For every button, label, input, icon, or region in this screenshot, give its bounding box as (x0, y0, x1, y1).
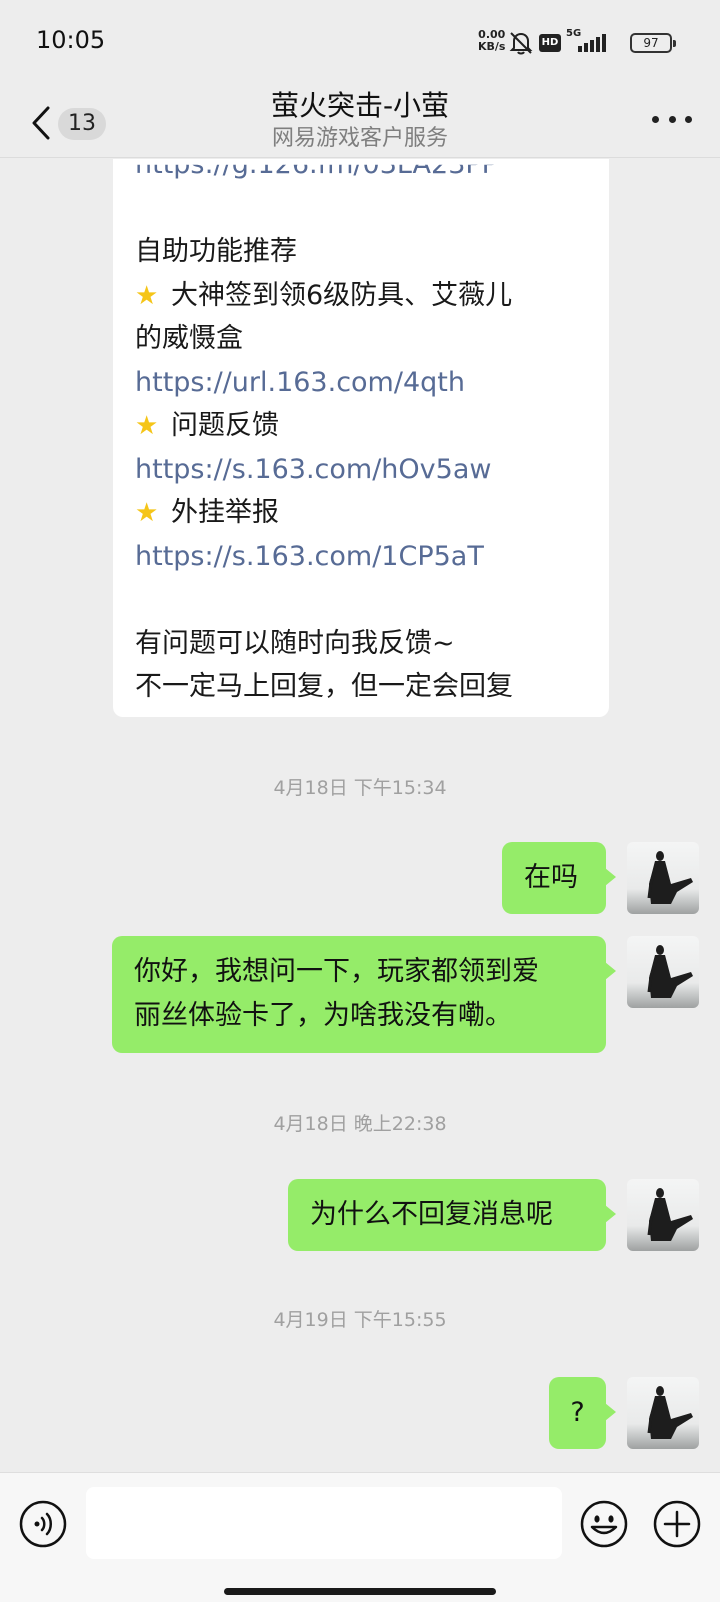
input-bar (0, 1472, 720, 1602)
message-line: ★ 大神签到领6级防具、艾薇儿 (135, 274, 587, 318)
message-input[interactable] (86, 1487, 562, 1559)
star-emoji-icon: ★ (135, 411, 159, 441)
outgoing-message-bubble[interactable]: 你好，我想问一下，玩家都领到爱 丽丝体验卡了，为啥我没有嘞。 (112, 936, 616, 1053)
avatar[interactable] (627, 1179, 699, 1251)
message-line: ★ 外挂举报 (135, 491, 587, 535)
incoming-message-bubble[interactable]: https://g.126.fm/03LA23PP 自助功能推荐 ★ 大神签到领6… (113, 159, 609, 717)
plus-icon (653, 1500, 701, 1548)
avatar-image (647, 945, 693, 998)
message-timestamp: 4月19日 下午15:55 (273, 1309, 447, 1331)
hd-badge: HD (539, 34, 561, 52)
battery-indicator: 97 (630, 33, 676, 53)
message-line: 不一定马上回复，但一定会回复 (135, 671, 513, 702)
more-actions-button[interactable] (652, 1499, 702, 1549)
emoji-icon (580, 1500, 628, 1548)
avatar[interactable] (627, 936, 699, 1008)
network-speed-unit: KB/s (478, 40, 506, 53)
chat-header: 萤火突击-小萤 网易游戏客户服务 13 (0, 84, 720, 158)
more-button[interactable] (652, 112, 692, 126)
avatar[interactable] (627, 1377, 699, 1449)
message-line: 有问题可以随时向我反馈~ (135, 627, 455, 659)
emoji-button[interactable] (579, 1499, 629, 1549)
status-time: 10:05 (36, 26, 106, 54)
avatar-image (647, 851, 693, 904)
unread-count-badge: 13 (58, 108, 106, 140)
outgoing-message-bubble[interactable]: ? (549, 1377, 616, 1449)
message-link[interactable]: https://url.163.com/4qth (135, 361, 587, 405)
message-line: ★ 问题反馈 (135, 404, 587, 448)
outgoing-message-bubble[interactable]: 在吗 (502, 842, 616, 914)
outgoing-message-bubble[interactable]: 为什么不回复消息呢 (288, 1179, 616, 1251)
message-timestamp: 4月18日 下午15:34 (273, 777, 447, 799)
message-list[interactable]: https://g.126.fm/03LA23PP 自助功能推荐 ★ 大神签到领6… (0, 159, 720, 1472)
message-line: 自助功能推荐 (135, 236, 297, 267)
back-button[interactable]: 13 (28, 98, 128, 140)
message-timestamp: 4月18日 晚上22:38 (273, 1113, 447, 1135)
message-line: 的威慑盒 (135, 323, 243, 354)
more-dots-icon (652, 115, 659, 123)
voice-button[interactable] (18, 1499, 68, 1549)
avatar-image (647, 1386, 693, 1439)
message-link[interactable]: https://g.126.fm/03LA23PP (135, 165, 587, 187)
chevron-left-icon (32, 106, 50, 140)
star-emoji-icon: ★ (135, 280, 159, 311)
signal-icon (578, 34, 606, 52)
avatar[interactable] (627, 842, 699, 914)
message-link[interactable]: https://s.163.com/hOv5aw (135, 448, 587, 492)
message-link[interactable]: https://s.163.com/1CP5aT (135, 535, 587, 579)
network-speed: 0.00 KB/s (478, 29, 505, 53)
star-emoji-icon: ★ (135, 498, 159, 528)
avatar-image (647, 1188, 693, 1241)
voice-icon (19, 1500, 67, 1548)
mute-bell-icon (509, 32, 533, 55)
status-bar: 10:05 0.00 KB/s HD 5G 97 (0, 0, 720, 84)
home-indicator (224, 1588, 496, 1595)
